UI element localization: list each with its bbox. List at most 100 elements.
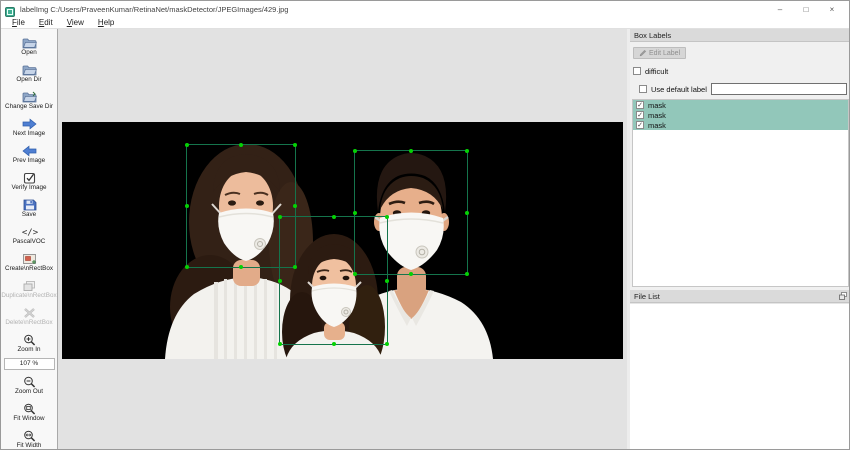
toolbar-prev-image-label: Prev Image [12, 156, 46, 164]
box-resize-handle[interactable] [239, 143, 243, 147]
verify-check-icon [22, 171, 37, 184]
box-labels-title: Box Labels [634, 30, 672, 40]
box-resize-handle[interactable] [409, 149, 413, 153]
maximize-button[interactable]: □ [793, 2, 819, 16]
toolbar-fit-window-button[interactable]: Fit Window [1, 398, 57, 425]
box-resize-handle[interactable] [385, 278, 389, 283]
toolbar-verify-image-label: Verify Image [11, 183, 47, 191]
box-resize-handle[interactable] [185, 265, 189, 269]
box-resize-handle[interactable] [465, 272, 469, 276]
loaded-image [62, 122, 623, 359]
box-resize-handle[interactable] [278, 342, 282, 346]
box-resize-handle[interactable] [185, 143, 189, 147]
folder-save-icon [22, 90, 37, 102]
box-label-item[interactable]: ✓ mask [633, 100, 848, 110]
fit-window-icon [22, 402, 37, 415]
box-label-item[interactable]: ✓ mask [633, 120, 848, 130]
box-resize-handle[interactable] [409, 272, 413, 276]
box-label-item[interactable]: ✓ mask [633, 110, 848, 120]
zoom-value-wrap [1, 356, 57, 371]
toolbar-open-dir-button[interactable]: Open Dir [1, 59, 57, 86]
toolbar-fit-width-button[interactable]: Fit Width [1, 425, 57, 449]
file-list-title: File List [634, 291, 660, 301]
close-button[interactable]: × [819, 2, 845, 16]
box-resize-handle[interactable] [278, 215, 282, 219]
toolbar-zoom-in-button[interactable]: Zoom In [1, 329, 57, 356]
box-resize-handle[interactable] [353, 149, 357, 153]
box-resize-handle[interactable] [465, 210, 469, 215]
edit-label-button[interactable]: Edit Label [633, 47, 687, 59]
toolbar-delete-rectbox-button: Delete\nRectBox [1, 302, 57, 329]
save-floppy-icon [22, 198, 37, 210]
image-canvas[interactable] [58, 29, 627, 449]
menu-file[interactable]: File [5, 18, 32, 27]
toolbar-open-button[interactable]: Open [1, 32, 57, 59]
folder-icon [22, 36, 37, 48]
box-resize-handle[interactable] [331, 215, 336, 219]
menu-edit[interactable]: Edit [32, 18, 60, 27]
app-icon [5, 4, 15, 17]
file-list-header[interactable]: File List [630, 290, 849, 303]
menu-help[interactable]: Help [91, 18, 121, 27]
float-panel-icon[interactable] [839, 292, 847, 300]
box-label-checkbox[interactable]: ✓ [636, 111, 644, 119]
box-resize-handle[interactable] [353, 210, 357, 215]
toolbar-prev-image-button[interactable]: Prev Image [1, 140, 57, 167]
box-labels-header[interactable]: Box Labels [630, 29, 849, 42]
box-resize-handle[interactable] [293, 204, 297, 208]
use-default-label-checkbox[interactable] [639, 85, 647, 93]
edit-label-button-text: Edit Label [649, 49, 681, 57]
zoom-in-icon [22, 333, 37, 346]
toolbar-fit-width-label: Fit Width [16, 441, 42, 449]
toolbar-save-button[interactable]: Save [1, 194, 57, 221]
menu-view[interactable]: View [60, 18, 91, 27]
file-list[interactable] [630, 303, 849, 449]
box-label-list[interactable]: ✓ mask ✓ mask ✓ mask [632, 99, 849, 287]
toolbar-delete-rectbox-label: Delete\nRectBox [5, 318, 53, 326]
box-label-text: mask [648, 120, 666, 130]
fit-width-icon [22, 429, 37, 442]
title-bar: labelImg C:/Users/PraveenKumar/RetinaNet… [1, 1, 849, 17]
box-label-text: mask [648, 110, 666, 120]
toolbar-duplicate-rectbox-label: Duplicate\nRectBox [1, 291, 57, 299]
use-default-label-row: Use default label [639, 83, 849, 95]
toolbar-pascal-voc-button[interactable]: </> PascalVOC [1, 221, 57, 248]
box-resize-handle[interactable] [353, 272, 357, 276]
toolbar-zoom-out-button[interactable]: Zoom Out [1, 371, 57, 398]
delete-rectbox-icon [22, 306, 37, 318]
code-brackets-icon: </> [21, 225, 38, 238]
arrow-left-icon [21, 144, 37, 157]
labelimg-window: labelImg C:/Users/PraveenKumar/RetinaNet… [0, 0, 850, 450]
default-label-input[interactable] [710, 83, 847, 95]
zoom-percent-input[interactable] [3, 357, 55, 370]
box-label-checkbox[interactable]: ✓ [636, 121, 644, 129]
annotation-box-mask-3[interactable] [353, 149, 469, 276]
difficult-checkbox[interactable] [633, 67, 641, 75]
toolbar-next-image-button[interactable]: Next Image [1, 113, 57, 140]
box-resize-handle[interactable] [465, 149, 469, 153]
difficult-label: difficult [645, 66, 669, 76]
toolbar-create-rectbox-label: Create\nRectBox [5, 264, 53, 272]
menu-bar: File Edit View Help [1, 17, 849, 29]
minimize-button[interactable]: – [767, 2, 793, 16]
svg-text:</>: </> [22, 228, 38, 238]
box-label-checkbox[interactable]: ✓ [636, 101, 644, 109]
box-resize-handle[interactable] [331, 342, 336, 346]
box-resize-handle[interactable] [278, 278, 282, 283]
toolbar-fit-window-label: Fit Window [13, 414, 45, 422]
create-rectbox-icon [22, 252, 37, 264]
toolbar-save-label: Save [21, 210, 37, 218]
right-panel: Box Labels Edit Label difficult Use defa… [630, 29, 849, 449]
toolbar-verify-image-button[interactable]: Verify Image [1, 167, 57, 194]
box-resize-handle[interactable] [239, 265, 243, 269]
toolbar-pascal-voc-label: PascalVOC [12, 237, 46, 245]
toolbar-zoom-in-label: Zoom In [17, 345, 41, 353]
box-resize-handle[interactable] [385, 342, 389, 346]
toolbar-change-save-dir-label: Change Save Dir [5, 102, 53, 110]
duplicate-rectbox-icon [22, 279, 37, 291]
box-resize-handle[interactable] [293, 143, 297, 147]
folder-icon [22, 63, 37, 75]
toolbar-create-rectbox-button[interactable]: Create\nRectBox [1, 248, 57, 275]
box-resize-handle[interactable] [185, 204, 189, 208]
toolbar-change-save-dir-button[interactable]: Change Save Dir [1, 86, 57, 113]
